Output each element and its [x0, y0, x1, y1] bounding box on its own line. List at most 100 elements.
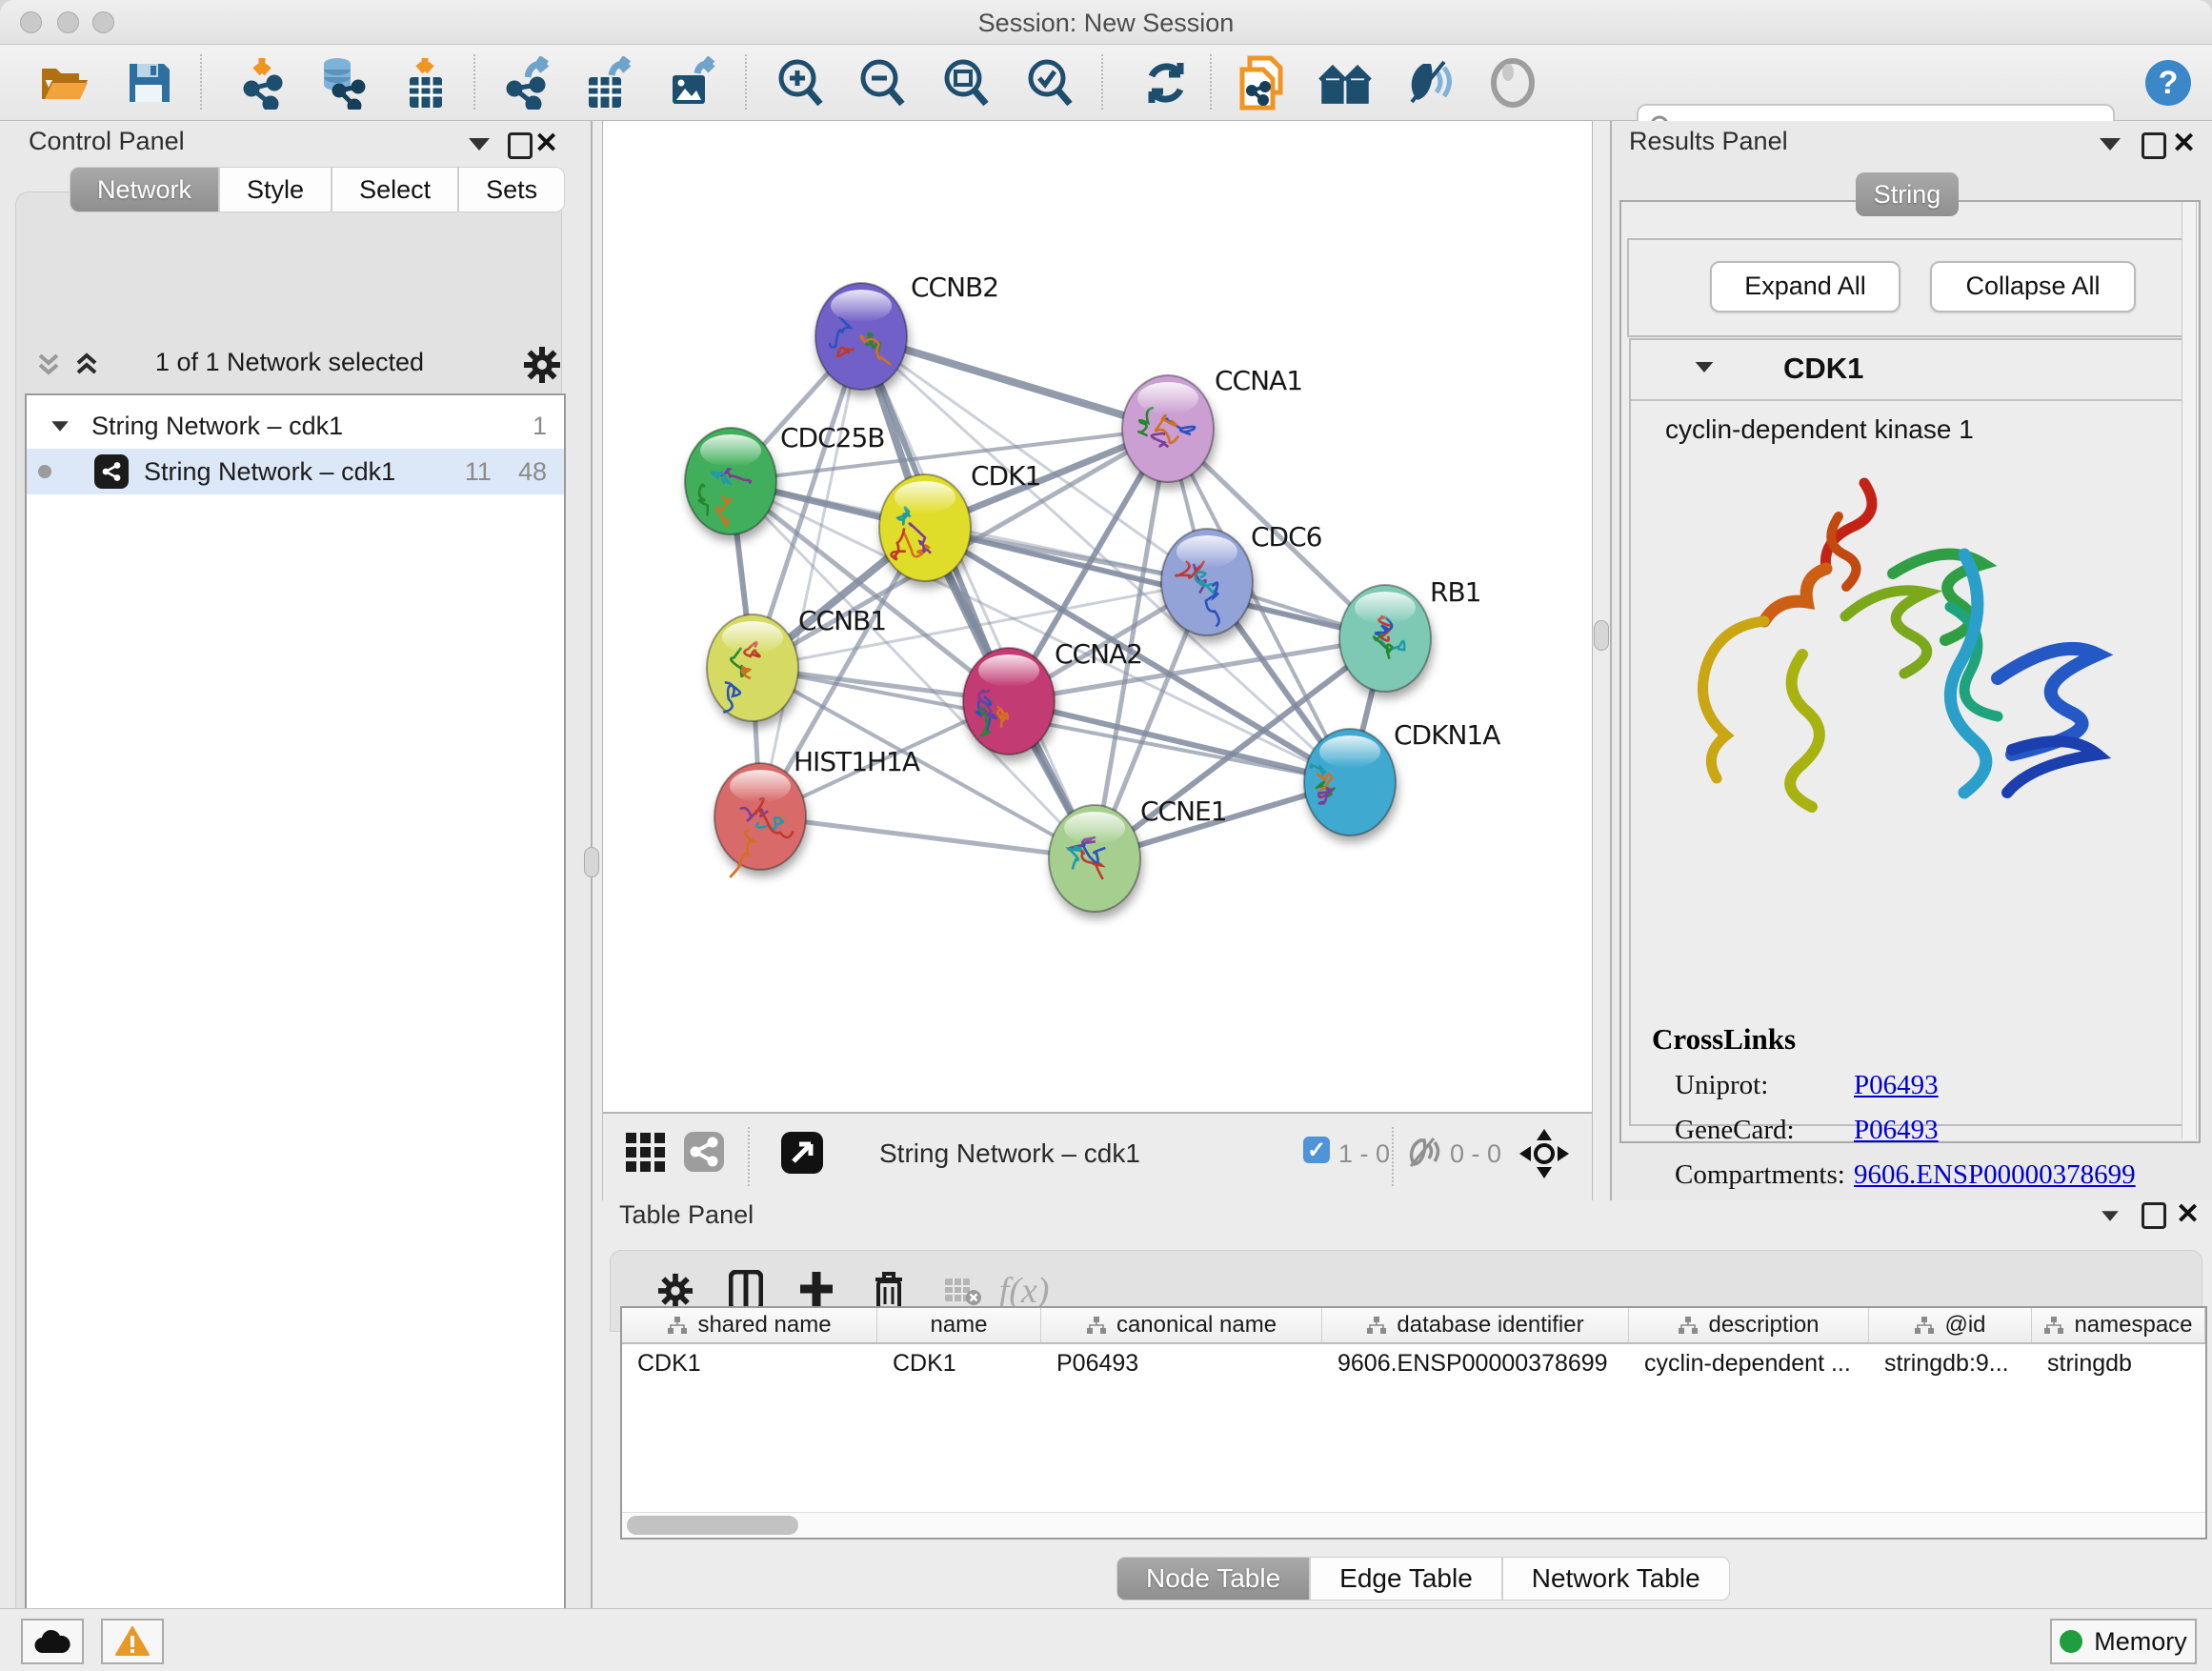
zoom-selected-icon[interactable] — [1023, 58, 1076, 108]
maximize-panel-icon[interactable] — [2142, 132, 2166, 159]
open-session-icon[interactable] — [38, 58, 91, 108]
fit-selected-crosshair-icon[interactable] — [1519, 1129, 1569, 1178]
control-panel-tabs: Network Style Select Sets — [70, 167, 565, 212]
network-node-rb1[interactable]: RB1 — [1339, 576, 1480, 692]
column-namespace-icon — [2043, 1316, 2064, 1335]
open-in-browser-icon[interactable] — [1235, 58, 1288, 108]
tab-sets[interactable]: Sets — [458, 167, 565, 212]
string-home-icon[interactable] — [1318, 58, 1372, 108]
cloud-status-button[interactable] — [21, 1619, 84, 1664]
node-table[interactable]: shared namename canonical name database … — [620, 1306, 2207, 1540]
table-cell[interactable]: cyclin-dependent ... — [1629, 1344, 1869, 1382]
column-namespace-icon — [1086, 1316, 1107, 1335]
warning-icon — [115, 1626, 150, 1657]
table-row[interactable]: CDK1CDK1P064939606.ENSP00000378699cyclin… — [622, 1344, 2205, 1382]
import-table-from-file-icon[interactable] — [398, 58, 452, 108]
close-panel-icon[interactable]: ✕ — [2176, 1198, 2200, 1231]
zoom-in-icon[interactable] — [774, 58, 827, 108]
network-selection-row: 1 of 1 Network selected — [23, 340, 556, 390]
crosslink-link[interactable]: 9606.ENSP00000378699 — [1854, 1159, 2136, 1191]
import-network-from-database-icon[interactable] — [314, 58, 368, 108]
right-splitter-handle[interactable] — [1594, 620, 1609, 651]
network-node-hist1h1a[interactable]: HIST1H1A — [714, 746, 920, 877]
memory-button[interactable]: Memory — [2050, 1619, 2197, 1664]
expand-all-button[interactable]: Expand All — [1710, 261, 1900, 312]
column-header-canonical-name[interactable]: canonical name — [1041, 1308, 1322, 1342]
node-label: CDK1 — [971, 460, 1040, 492]
collapse-section-icon[interactable] — [1696, 362, 1714, 372]
maximize-panel-icon[interactable] — [2142, 1202, 2166, 1229]
table-cell[interactable]: 9606.ENSP00000378699 — [1322, 1344, 1629, 1382]
tab-network-table[interactable]: Network Table — [1502, 1557, 1730, 1601]
crosslink-link[interactable]: P06493 — [1854, 1115, 1939, 1146]
column-header-database-identifier[interactable]: database identifier — [1322, 1308, 1629, 1342]
tab-string[interactable]: String — [1856, 172, 1959, 216]
float-panel-icon[interactable] — [469, 138, 490, 151]
scrollbar-thumb[interactable] — [627, 1516, 798, 1535]
network-share-icon[interactable] — [683, 1131, 725, 1173]
export-table-icon[interactable] — [583, 58, 636, 108]
maximize-panel-icon[interactable] — [508, 132, 533, 159]
column-header--id[interactable]: @id — [1869, 1308, 2032, 1342]
close-panel-icon[interactable]: ✕ — [2172, 127, 2196, 160]
import-network-from-file-icon[interactable] — [238, 58, 292, 108]
collapse-all-button[interactable]: Collapse All — [1930, 261, 2136, 312]
table-panel-title: Table Panel — [619, 1200, 754, 1230]
gene-section-header[interactable]: CDK1 — [1631, 340, 2187, 401]
table-cell[interactable]: CDK1 — [877, 1344, 1041, 1382]
apply-preferred-layout-icon[interactable] — [1139, 58, 1193, 108]
close-panel-icon[interactable]: ✕ — [534, 127, 558, 160]
column-header-namespace[interactable]: namespace — [2032, 1308, 2205, 1342]
network-node-cdc25b[interactable]: CDC25B — [685, 422, 885, 534]
column-header-name[interactable]: name — [877, 1308, 1041, 1342]
hide-glasses-icon[interactable] — [1402, 58, 1456, 108]
tab-select[interactable]: Select — [332, 167, 458, 212]
tab-node-table[interactable]: Node Table — [1116, 1557, 1310, 1601]
network-node-ccnb1[interactable]: CCNB1 — [707, 605, 886, 721]
network-edge[interactable] — [861, 336, 1168, 429]
network-edge[interactable] — [760, 816, 1095, 858]
network-node-ccne1[interactable]: CCNE1 — [1049, 795, 1227, 912]
network-node-cdkn1a[interactable]: CDKN1A — [1304, 719, 1500, 836]
network-row[interactable]: String Network – cdk1 11 48 — [27, 449, 564, 494]
table-cell[interactable]: P06493 — [1041, 1344, 1322, 1382]
table-cell[interactable]: stringdb:9... — [1869, 1344, 2032, 1382]
table-horizontal-scrollbar[interactable] — [622, 1512, 2205, 1538]
selected-checkbox-icon[interactable]: ✓ — [1303, 1137, 1330, 1163]
network-collection-row[interactable]: String Network – cdk1 1 — [27, 403, 564, 449]
float-panel-icon[interactable] — [2101, 1211, 2119, 1220]
network-canvas[interactable]: CCNB2CCNA1CDC25BCDK1CDC6RB1CCNB1CCNA2CDK… — [602, 120, 1593, 1113]
export-image-icon[interactable] — [667, 58, 720, 108]
table-cell[interactable]: CDK1 — [622, 1344, 877, 1382]
application-window: Session: New Session — [0, 0, 2212, 1671]
tab-style[interactable]: Style — [219, 167, 332, 212]
hidden-count: 0 - 0 — [1450, 1139, 1501, 1169]
results-scrollbar[interactable] — [2182, 202, 2197, 1139]
crosslink-row: Uniprot:P06493 — [1631, 1070, 2187, 1101]
save-session-icon[interactable] — [122, 58, 175, 108]
tab-network[interactable]: Network — [70, 167, 219, 212]
network-options-gear-icon[interactable] — [523, 346, 561, 384]
crosslink-link[interactable]: P06493 — [1854, 1070, 1939, 1101]
collection-collapse-icon[interactable] — [51, 421, 69, 431]
birds-eye-view-icon[interactable] — [780, 1131, 824, 1175]
export-network-icon[interactable] — [503, 58, 556, 108]
tab-edge-table[interactable]: Edge Table — [1310, 1557, 1502, 1601]
column-namespace-icon — [667, 1316, 688, 1335]
node-label: CCNE1 — [1140, 795, 1227, 827]
help-icon[interactable]: ? — [2142, 58, 2195, 108]
network-node-cdk1[interactable]: CDK1 — [879, 460, 1040, 581]
collection-count: 1 — [533, 412, 547, 441]
network-edge[interactable] — [861, 336, 1095, 858]
table-cell[interactable]: stringdb — [2032, 1344, 2205, 1382]
network-edge[interactable] — [760, 336, 861, 816]
grid-view-icon[interactable] — [624, 1131, 668, 1175]
column-header-description[interactable]: description — [1629, 1308, 1869, 1342]
left-splitter-handle[interactable] — [584, 847, 599, 877]
float-panel-icon[interactable] — [2100, 138, 2121, 151]
zoom-out-icon[interactable] — [855, 58, 909, 108]
network-node-ccna1[interactable]: CCNA1 — [1122, 365, 1302, 482]
column-header-shared-name[interactable]: shared name — [622, 1308, 877, 1342]
warnings-button[interactable] — [101, 1619, 164, 1664]
zoom-fit-content-icon[interactable] — [939, 58, 993, 108]
